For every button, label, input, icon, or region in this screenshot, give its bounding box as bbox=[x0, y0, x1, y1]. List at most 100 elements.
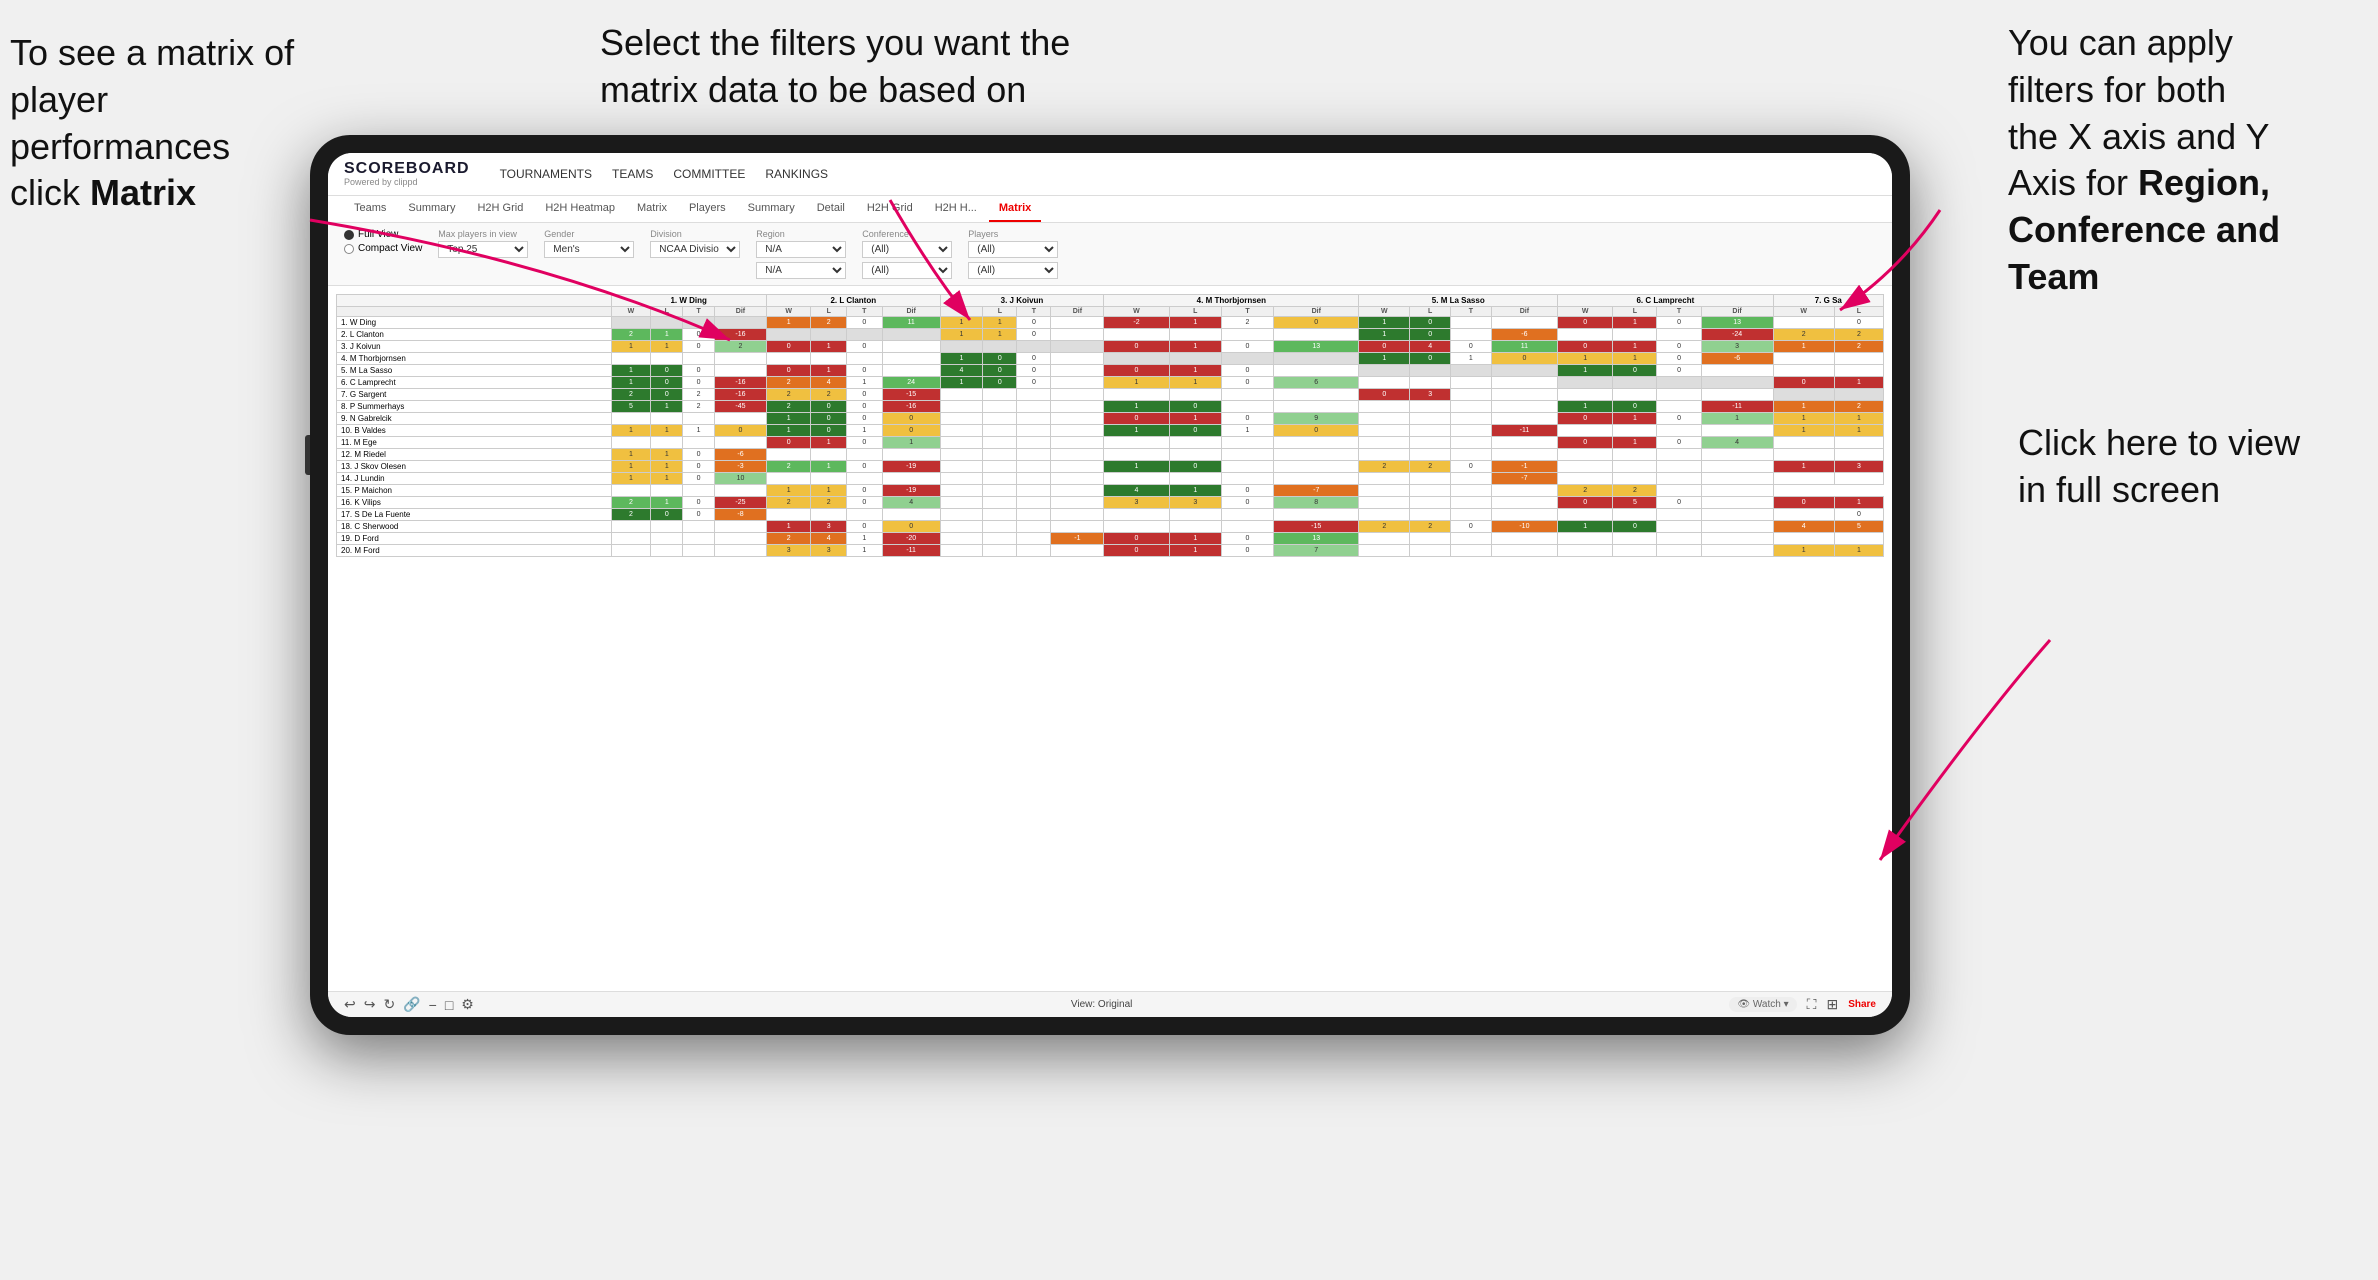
watch-icon: 👁 bbox=[1737, 999, 1750, 1010]
sh-l6: L bbox=[1613, 307, 1657, 317]
matrix-cell bbox=[983, 413, 1017, 425]
matrix-cell: 5 bbox=[1613, 497, 1657, 509]
redo-btn[interactable]: ↪ bbox=[364, 996, 376, 1013]
matrix-cell: 0 bbox=[1657, 497, 1701, 509]
matrix-cell bbox=[1491, 449, 1557, 461]
tab-h2h-heatmap[interactable]: H2H Heatmap bbox=[535, 196, 625, 222]
expand-btn[interactable]: ⛶ bbox=[1807, 996, 1817, 1013]
tab-teams[interactable]: Teams bbox=[344, 196, 396, 222]
matrix-cell bbox=[715, 533, 767, 545]
tab-players[interactable]: Players bbox=[679, 196, 736, 222]
matrix-cell bbox=[1773, 473, 1834, 485]
matrix-cell: 1 bbox=[1773, 401, 1834, 413]
tab-summary[interactable]: Summary bbox=[398, 196, 465, 222]
matrix-cell bbox=[882, 341, 940, 353]
matrix-cell: 0 bbox=[1773, 497, 1834, 509]
tab-matrix-active[interactable]: Matrix bbox=[989, 196, 1041, 222]
filter-conference-select2[interactable]: (All) bbox=[862, 262, 952, 279]
filter-players-select1[interactable]: (All) bbox=[968, 241, 1058, 258]
matrix-cell: 0 bbox=[1410, 353, 1451, 365]
settings-btn[interactable]: ⚙ bbox=[461, 996, 474, 1013]
matrix-cell bbox=[1410, 365, 1451, 377]
sh-w4: W bbox=[1104, 307, 1169, 317]
matrix-cell: 0 bbox=[1017, 377, 1051, 389]
view-compact[interactable]: Compact View bbox=[344, 243, 422, 254]
tablet-side-button[interactable] bbox=[305, 435, 310, 475]
matrix-cell: -20 bbox=[882, 533, 940, 545]
matrix-cell bbox=[1017, 533, 1051, 545]
matrix-cell: 1 bbox=[1169, 545, 1221, 557]
matrix-cell: 1 bbox=[1773, 545, 1834, 557]
matrix-cell: 0 bbox=[1657, 341, 1701, 353]
zoom-out-btn[interactable]: − bbox=[429, 997, 437, 1013]
matrix-cell: 0 bbox=[1558, 317, 1613, 329]
matrix-cell bbox=[1017, 485, 1051, 497]
matrix-cell: 2 bbox=[766, 533, 811, 545]
table-row: 15. P Maichon110-19410-722 bbox=[337, 485, 1884, 497]
matrix-cell bbox=[1169, 521, 1221, 533]
filter-players-select2[interactable]: (All) bbox=[968, 262, 1058, 279]
matrix-cell bbox=[1051, 353, 1104, 365]
grid-btn[interactable]: ⊞ bbox=[1826, 996, 1838, 1013]
matrix-cell: 0 bbox=[811, 413, 847, 425]
watch-badge[interactable]: 👁 Watch ▾ bbox=[1729, 997, 1796, 1012]
filter-max-players-select[interactable]: Top 25 bbox=[438, 241, 528, 258]
matrix-cell: 2 bbox=[1834, 341, 1883, 353]
nav-rankings[interactable]: RANKINGS bbox=[765, 163, 828, 185]
matrix-cell bbox=[611, 545, 651, 557]
refresh-btn[interactable]: ↻ bbox=[383, 996, 395, 1013]
matrix-cell: 0 bbox=[882, 425, 940, 437]
matrix-cell bbox=[1051, 341, 1104, 353]
filter-conference-select1[interactable]: (All) bbox=[862, 241, 952, 258]
matrix-cell: 3 bbox=[1701, 341, 1773, 353]
matrix-cell bbox=[1169, 437, 1221, 449]
tab-matrix[interactable]: Matrix bbox=[627, 196, 677, 222]
filter-region-select1[interactable]: N/A bbox=[756, 241, 846, 258]
tab-h2h-h[interactable]: H2H H... bbox=[925, 196, 987, 222]
matrix-cell bbox=[1491, 437, 1557, 449]
matrix-cell bbox=[1359, 533, 1410, 545]
matrix-cell bbox=[983, 437, 1017, 449]
matrix-cell: 0 bbox=[1221, 377, 1273, 389]
matrix-cell: -16 bbox=[715, 377, 767, 389]
zoom-in-btn[interactable]: □ bbox=[445, 997, 453, 1013]
matrix-cell bbox=[1051, 317, 1104, 329]
matrix-cell bbox=[1051, 377, 1104, 389]
col-header-5: 5. M La Sasso bbox=[1359, 295, 1558, 307]
undo-btn[interactable]: ↩ bbox=[344, 996, 356, 1013]
matrix-cell bbox=[1773, 449, 1834, 461]
sh-t4: T bbox=[1221, 307, 1273, 317]
filter-region-select2[interactable]: N/A bbox=[756, 262, 846, 279]
matrix-cell bbox=[983, 389, 1017, 401]
matrix-cell: -1 bbox=[1051, 533, 1104, 545]
table-row: 3. J Koivun11020100101304011010312 bbox=[337, 341, 1884, 353]
link-btn[interactable]: 🔗 bbox=[403, 996, 420, 1013]
matrix-cell bbox=[1491, 389, 1557, 401]
matrix-cell bbox=[1701, 545, 1773, 557]
matrix-cell: 0 bbox=[1274, 317, 1359, 329]
matrix-cell bbox=[1558, 449, 1613, 461]
matrix-cell bbox=[715, 521, 767, 533]
share-button[interactable]: Share bbox=[1848, 999, 1876, 1010]
matrix-cell: 1 bbox=[1359, 353, 1410, 365]
filter-division-select[interactable]: NCAA Division I bbox=[650, 241, 740, 258]
matrix-cell: 0 bbox=[1221, 497, 1273, 509]
tab-h2h-grid[interactable]: H2H Grid bbox=[467, 196, 533, 222]
matrix-cell: 4 bbox=[811, 533, 847, 545]
matrix-cell: 0 bbox=[1558, 437, 1613, 449]
matrix-cell: 0 bbox=[1657, 353, 1701, 365]
matrix-table: 1. W Ding 2. L Clanton 3. J Koivun 4. M … bbox=[336, 294, 1884, 557]
view-full[interactable]: Full View bbox=[344, 229, 422, 240]
tab-detail[interactable]: Detail bbox=[807, 196, 855, 222]
matrix-cell bbox=[1410, 473, 1451, 485]
matrix-cell bbox=[1104, 437, 1169, 449]
filter-bar: Full View Compact View Max players in vi… bbox=[328, 223, 1892, 286]
tab-h2h-grid2[interactable]: H2H Grid bbox=[857, 196, 923, 222]
nav-tournaments[interactable]: TOURNAMENTS bbox=[500, 163, 592, 185]
filter-gender-select[interactable]: Men's bbox=[544, 241, 634, 258]
tab-summary2[interactable]: Summary bbox=[738, 196, 805, 222]
nav-committee[interactable]: COMMITTEE bbox=[673, 163, 745, 185]
nav-teams[interactable]: TEAMS bbox=[612, 163, 653, 185]
matrix-cell: 1 bbox=[1834, 413, 1883, 425]
matrix-cell: 2 bbox=[1773, 329, 1834, 341]
